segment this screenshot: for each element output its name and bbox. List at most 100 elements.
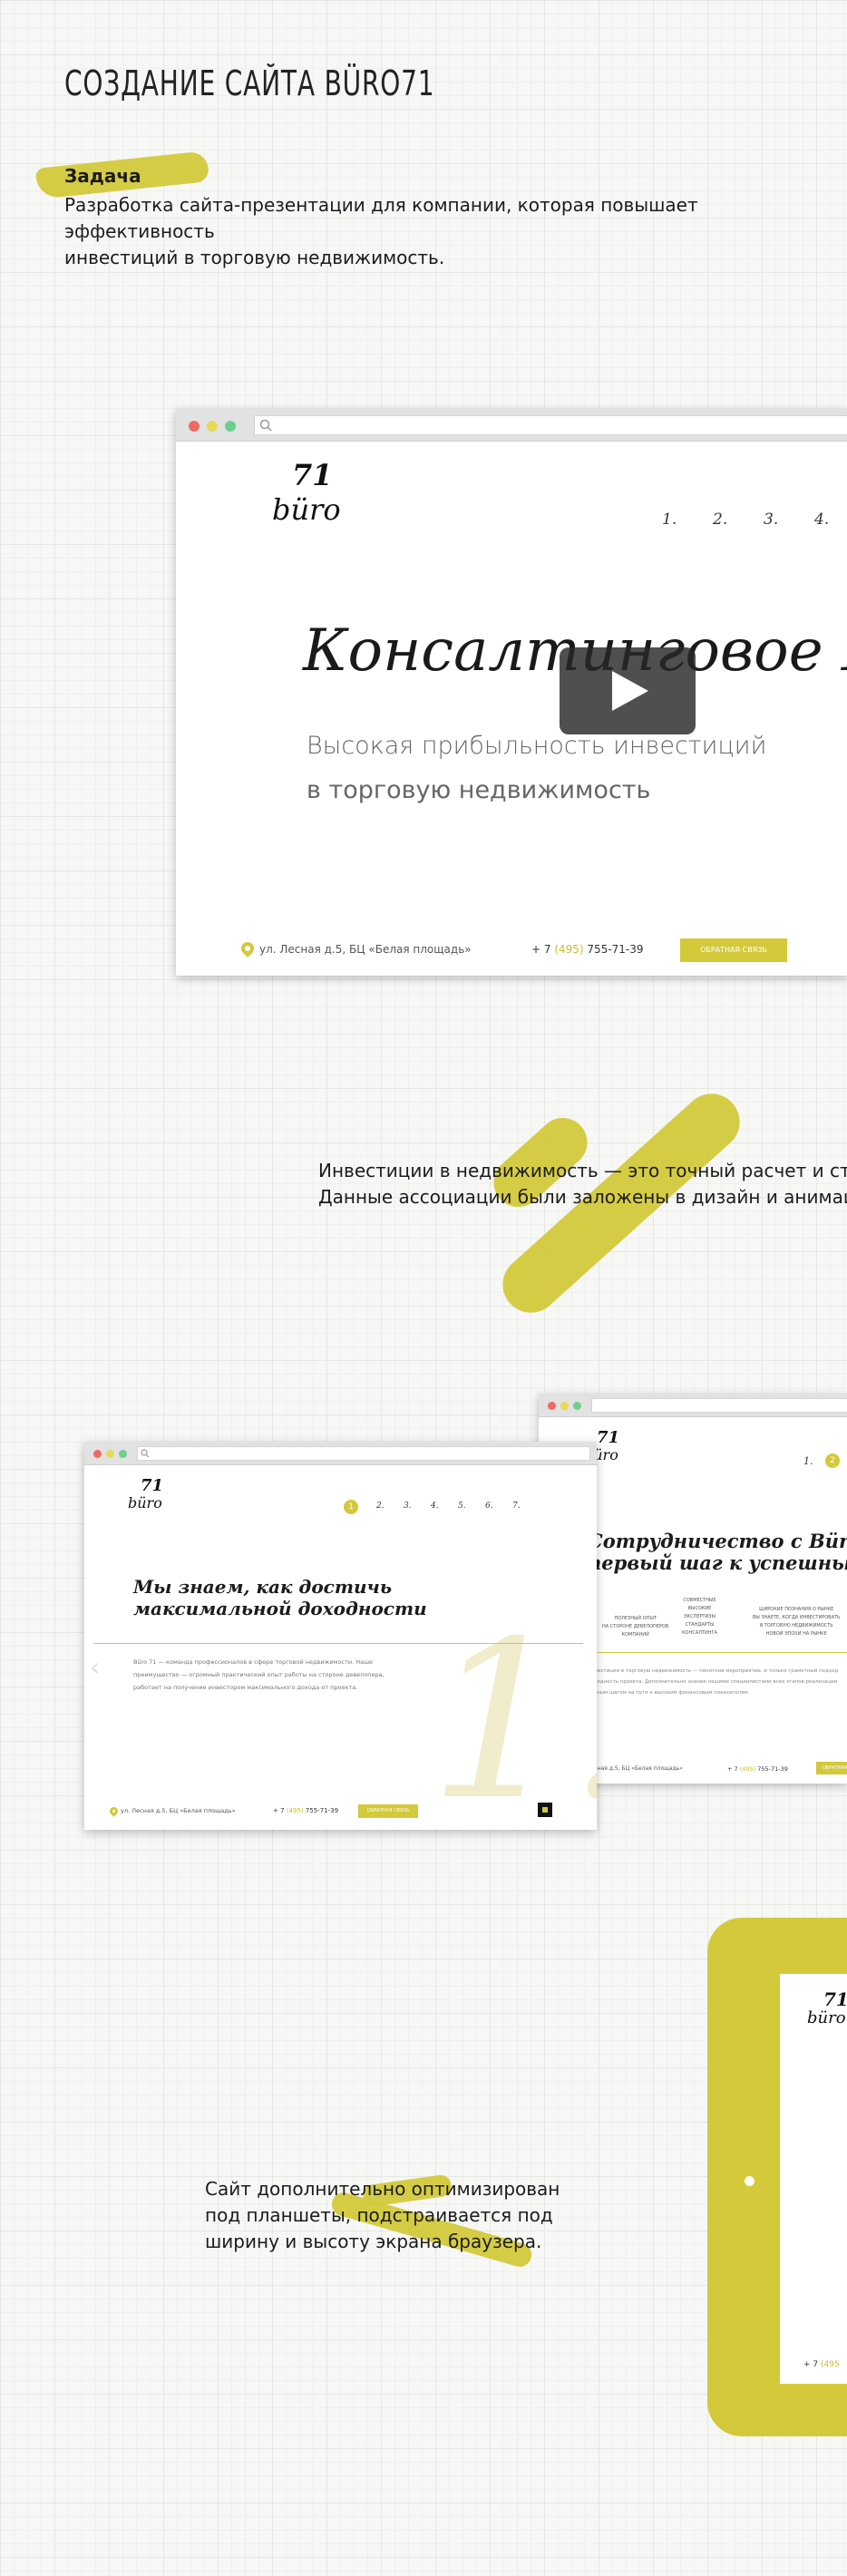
nav-item-4[interactable]: 4. <box>431 1502 439 1511</box>
phone-prefix: + 7 <box>727 1765 740 1773</box>
section-heading: первый шаг к успешным и <box>588 1551 847 1574</box>
phone-prefix: + 7 <box>803 2360 821 2369</box>
heading-underline <box>93 1643 583 1644</box>
nav-item-1[interactable]: 1. <box>662 510 677 529</box>
logo-word[interactable]: büro <box>272 492 341 527</box>
task-label: Задача <box>64 165 141 187</box>
nav-item-5[interactable]: 5. <box>458 1502 466 1511</box>
concept-text: Инвестиции в недвижимость — это точный р… <box>318 1158 847 1210</box>
section-heading: Мы знаем, как достичь <box>133 1576 393 1598</box>
hero-phone[interactable]: + 7 (495) 755-71-39 <box>531 943 644 956</box>
body-line: Büro 71 — команда профессионалов в сфере… <box>133 1658 374 1666</box>
minimize-dot-icon <box>207 421 218 432</box>
tablet-screen: 71 büro + 7 (495 <box>780 1974 847 2384</box>
play-icon <box>612 671 648 711</box>
logo-number[interactable]: 71 <box>823 1988 847 2010</box>
tablet-line: под планшеты, подстраивается под <box>205 2204 553 2226</box>
phone-prefix: + 7 <box>531 943 555 956</box>
feature-text: ПОЛЕЗНЫЙ ОПЫТ <box>614 1616 657 1621</box>
phone-number: 755-71-39 <box>303 1807 339 1814</box>
phone-number: 755-71-39 <box>755 1765 788 1773</box>
feature-column: ШИРОКИЕ ПОЗНАНИЯ О РЫНКЕ ВЫ ЗНАЕТЕ, КОГД… <box>753 1606 840 1638</box>
feature-text: СОВМЕСТНЫЕ <box>683 1598 716 1603</box>
nav-item-3[interactable]: 3. <box>404 1502 412 1511</box>
location-pin-icon <box>239 939 257 957</box>
maximize-dot-icon <box>573 1402 581 1410</box>
feedback-button[interactable]: ОБРАТНАЯ СВЯЗЬ <box>816 1762 847 1774</box>
phone-code: (495) <box>739 1765 756 1773</box>
logo-number[interactable]: 71 <box>292 458 333 492</box>
logo-number[interactable]: 71 <box>597 1428 619 1447</box>
address-bar[interactable] <box>591 1398 847 1413</box>
body-line: работает на получение инвестором максима… <box>133 1684 358 1691</box>
tablet-home-button[interactable] <box>745 2176 755 2186</box>
feature-text: КОМПАНИЙ <box>621 1632 649 1638</box>
feature-column: СОВМЕСТНЫЕ ВЫСОКИЕ ЭКСПЕРТИЗЫ СТАНДАРТЫ … <box>682 1597 717 1638</box>
section-heading: Сотрудничество с Büro71 <box>588 1530 847 1552</box>
task-line: Разработка сайта-презентации для компани… <box>64 194 698 242</box>
task-line: инвестиций в торговую недвижимость. <box>64 247 445 268</box>
footer-phone[interactable]: + 7 (495) 755-71-39 <box>273 1807 338 1814</box>
logo-word[interactable]: büro <box>807 2008 846 2027</box>
scroll-top-button[interactable] <box>538 1803 552 1817</box>
nav-item-1-active[interactable]: 1 <box>344 1500 358 1514</box>
nav-item-2[interactable]: 2. <box>376 1502 385 1511</box>
phone-number: 755-71-39 <box>583 943 644 956</box>
maximize-dot-icon <box>225 421 236 432</box>
video-play-button[interactable] <box>560 647 696 734</box>
nav-item-2-active[interactable]: 2 <box>825 1453 840 1468</box>
nav-item-2[interactable]: 2. <box>713 510 727 529</box>
phone-code: (495) <box>554 943 584 956</box>
screenshot-profitability: 1. 71 büro 1 2. 3. 4. 5. 6. 7. Мы знаем,… <box>84 1442 597 1830</box>
feature-text: В ТОРГОВУЮ НЕДВИЖИМОСТЬ <box>759 1623 833 1628</box>
footer-phone[interactable]: + 7 (495) 755-71-39 <box>727 1765 788 1773</box>
browser-chrome <box>539 1394 847 1417</box>
minimize-dot-icon <box>106 1450 114 1458</box>
feature-text: ВЫ ЗНАЕТЕ, КОГДА ИНВЕСТИРОВАТЬ <box>753 1615 841 1620</box>
body-line: верным шагом на пути к высоким финансовы… <box>588 1690 750 1696</box>
nav-item-1[interactable]: 1. <box>803 1455 813 1467</box>
phone-code: (495 <box>821 2360 840 2369</box>
section-heading: максимальной доходности <box>133 1598 427 1619</box>
body-line: Инвестиции в торговую недвижимость — пон… <box>588 1668 839 1674</box>
address-bar[interactable] <box>137 1446 590 1461</box>
hero-browser-mockup: 71 büro 1. 2. 3. 4. Консалтинговое Б Выс… <box>176 409 847 976</box>
close-dot-icon <box>548 1402 556 1410</box>
timeline-line <box>575 1652 847 1653</box>
nav-item-4[interactable]: 4. <box>814 510 829 529</box>
feature-text: СТАНДАРТЫ <box>685 1622 715 1628</box>
close-dot-icon <box>93 1450 102 1458</box>
nav-item-6[interactable]: 6. <box>485 1502 493 1511</box>
nav-item-3[interactable]: 3. <box>764 510 778 529</box>
close-dot-icon <box>189 421 200 432</box>
page-title: СОЗДАНИЕ САЙТА BÜRO71 <box>64 63 435 103</box>
address-bar[interactable] <box>254 415 847 435</box>
feature-text: ШИРОКИЕ ПОЗНАНИЯ О РЫНКЕ <box>759 1607 834 1612</box>
logo-number[interactable]: 71 <box>141 1476 163 1495</box>
feedback-button[interactable]: ОБРАТНАЯ СВЯЗЬ <box>358 1804 418 1818</box>
feature-text: НА СТОРОНЕ ДЕВЕЛОПЕРОВ <box>602 1624 669 1629</box>
chevron-left-icon[interactable]: ‹ <box>90 1652 100 1682</box>
logo-word[interactable]: büro <box>128 1494 162 1512</box>
tablet-mockup: 71 büro + 7 (495 <box>707 1918 847 2436</box>
task-description: Разработка сайта-презентации для компани… <box>64 192 847 271</box>
tablet-description: Сайт дополнительно оптимизирован под пла… <box>205 2176 560 2255</box>
body-line: доходность проекта. Дополнительно знание… <box>588 1679 838 1685</box>
hero-address: ул. Лесная д.5, БЦ «Белая площадь» <box>259 943 472 956</box>
tablet-line: ширину и высоту экрана браузера. <box>205 2231 542 2252</box>
feature-column: ПОЛЕЗНЫЙ ОПЫТ НА СТОРОНЕ ДЕВЕЛОПЕРОВ КОМ… <box>602 1615 668 1639</box>
concept-line: Инвестиции в недвижимость — это точный р… <box>318 1160 847 1181</box>
phone-code: (495) <box>286 1807 304 1814</box>
section-body: Инвестиции в торговую недвижимость — пон… <box>588 1666 838 1698</box>
tablet-phone[interactable]: + 7 (495 <box>803 2360 840 2369</box>
feedback-button[interactable]: ОБРАТНАЯ СВЯЗЬ <box>680 938 787 962</box>
minimize-dot-icon <box>560 1402 569 1410</box>
body-line: преимущество — огромный практический опы… <box>133 1671 385 1678</box>
browser-chrome <box>84 1442 597 1465</box>
nav-item-7[interactable]: 7. <box>512 1502 521 1511</box>
big-number: 1. <box>429 1594 597 1830</box>
phone-prefix: + 7 <box>273 1807 287 1814</box>
feature-text: НОВОЙ ЭПОХИ НА РЫНКЕ <box>765 1631 827 1637</box>
browser-chrome <box>176 409 847 442</box>
hero-subtitle-1: Высокая прибыльность инвестиций <box>307 732 767 760</box>
